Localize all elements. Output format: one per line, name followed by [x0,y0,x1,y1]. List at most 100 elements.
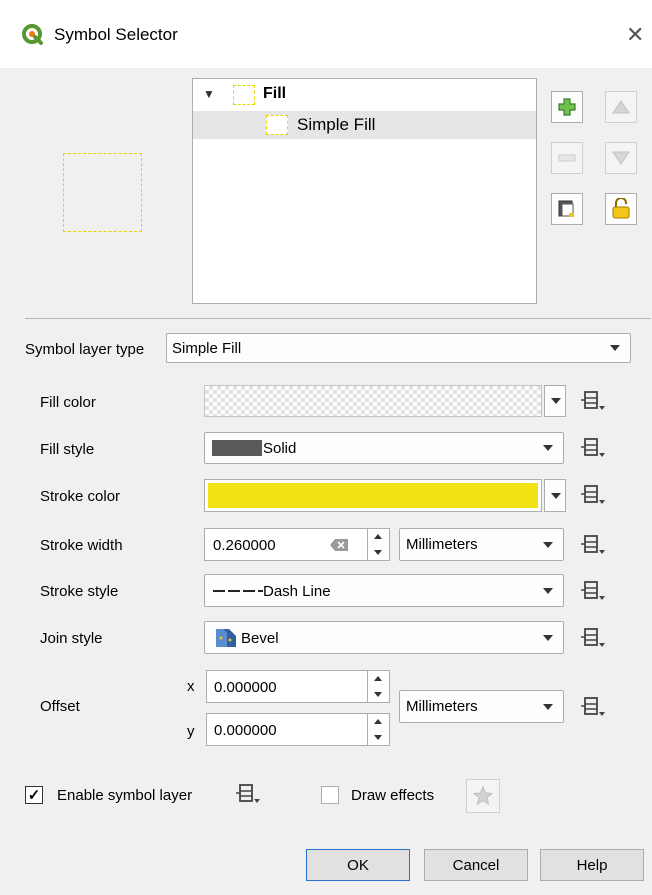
offset-y-spinbox[interactable]: 0.000000 [206,713,390,746]
fill-color-button[interactable] [204,385,542,417]
stroke-color-dropdown[interactable] [544,479,566,512]
fill-style-swatch-icon [212,440,262,456]
close-icon[interactable]: ✕ [626,24,644,46]
chevron-down-icon [551,398,561,404]
join-style-label: Join style [40,630,103,647]
data-defined-icon [581,535,605,554]
tree-item-label: Fill [263,85,287,102]
data-defined-icon [581,485,605,504]
data-defined-override-button[interactable] [580,580,606,606]
chevron-down-icon [543,634,553,641]
data-defined-override-button[interactable] [580,484,606,510]
offset-x-label: x [187,678,195,695]
offset-x-value: 0.000000 [214,679,277,696]
join-style-combo[interactable]: Bevel [204,621,564,654]
data-defined-override-button[interactable] [580,390,606,416]
data-defined-override-button[interactable] [580,627,606,653]
bevel-join-icon [216,629,236,647]
offset-y-value: 0.000000 [214,722,277,739]
spin-buttons[interactable] [367,671,389,702]
star-icon [473,786,493,806]
simple-fill-swatch-icon [266,115,288,135]
stroke-color-label: Stroke color [40,488,121,505]
stroke-width-unit-combo[interactable]: Millimeters [399,528,564,561]
chevron-down-icon [543,541,553,548]
title-bar: Symbol Selector ✕ [0,0,652,68]
minus-icon [558,154,576,162]
data-defined-override-button[interactable] [580,534,606,560]
duplicate-layer-button[interactable] [551,193,583,225]
data-defined-icon [581,438,605,457]
lock-layer-button[interactable] [605,193,637,225]
tree-row-simple-fill[interactable]: Simple Fill [193,111,536,139]
fill-style-label: Fill style [40,441,95,458]
help-button[interactable]: Help [540,849,644,881]
offset-unit-combo[interactable]: Millimeters [399,690,564,723]
fill-style-value: Solid [263,440,297,457]
ok-button[interactable]: OK [306,849,410,881]
spin-up-icon[interactable] [374,719,382,724]
data-defined-icon [581,628,605,647]
offset-unit-value: Millimeters [406,698,478,715]
draw-effects-checkbox[interactable] [321,786,339,804]
plus-icon [558,98,576,116]
spin-down-icon[interactable] [374,692,382,697]
offset-y-label: y [187,723,195,740]
stroke-style-combo[interactable]: Dash Line [204,574,564,607]
effects-settings-button[interactable] [466,779,500,813]
fill-style-combo[interactable]: Solid [204,432,564,464]
separator [25,318,651,319]
tree-row-fill[interactable]: ▼ Fill [193,83,536,107]
stroke-style-value: Dash Line [263,583,331,600]
fill-symbol-swatch-icon [233,85,255,105]
spin-down-icon[interactable] [374,735,382,740]
data-defined-override-button[interactable] [235,783,261,809]
triangle-up-icon [612,100,630,114]
chevron-down-icon [543,703,553,710]
fill-color-dropdown[interactable] [544,385,566,417]
symbol-layer-type-label: Symbol layer type [25,341,145,358]
symbol-preview [63,153,142,232]
triangle-down-icon [612,151,630,165]
offset-x-spinbox[interactable]: 0.000000 [206,670,390,703]
chevron-down-icon [551,492,561,499]
join-style-value: Bevel [241,630,279,647]
stroke-style-label: Stroke style [40,583,119,600]
remove-layer-button[interactable] [551,142,583,174]
chevron-down-icon [543,445,553,451]
expand-arrow-icon[interactable]: ▼ [203,87,215,101]
stroke-width-unit-value: Millimeters [406,536,478,553]
spin-up-icon[interactable] [374,534,382,539]
stroke-width-label: Stroke width [40,537,123,554]
data-defined-icon [581,391,605,410]
stroke-width-spinbox[interactable]: 0.260000 [204,528,390,561]
tree-item-label: Simple Fill [297,115,376,134]
fill-color-label: Fill color [40,394,96,411]
qgis-logo-icon [22,24,43,45]
unlock-icon [612,198,630,219]
stroke-color-swatch [208,483,538,508]
clear-icon[interactable] [329,538,349,552]
symbol-layer-tree[interactable]: ▼ Fill Simple Fill [192,78,537,304]
cancel-button[interactable]: Cancel [424,849,528,881]
stroke-color-button[interactable] [204,479,542,512]
enable-symbol-layer-label: Enable symbol layer [57,787,193,804]
data-defined-override-button[interactable] [580,437,606,463]
data-defined-icon [236,784,260,803]
symbol-layer-type-combo[interactable]: Simple Fill [166,333,631,363]
spin-buttons[interactable] [367,714,389,745]
draw-effects-label: Draw effects [351,787,435,804]
chevron-down-icon [610,345,620,351]
spin-down-icon[interactable] [374,550,382,555]
move-down-button[interactable] [605,142,637,174]
offset-label: Offset [40,698,80,715]
duplicate-icon [558,200,574,217]
stroke-width-value: 0.260000 [213,537,276,554]
spin-buttons[interactable] [367,529,389,560]
spin-up-icon[interactable] [374,676,382,681]
move-up-button[interactable] [605,91,637,123]
data-defined-override-button[interactable] [580,696,606,722]
enable-symbol-layer-checkbox[interactable]: ✓ [25,786,43,804]
chevron-down-icon [543,587,553,594]
add-layer-button[interactable] [551,91,583,123]
